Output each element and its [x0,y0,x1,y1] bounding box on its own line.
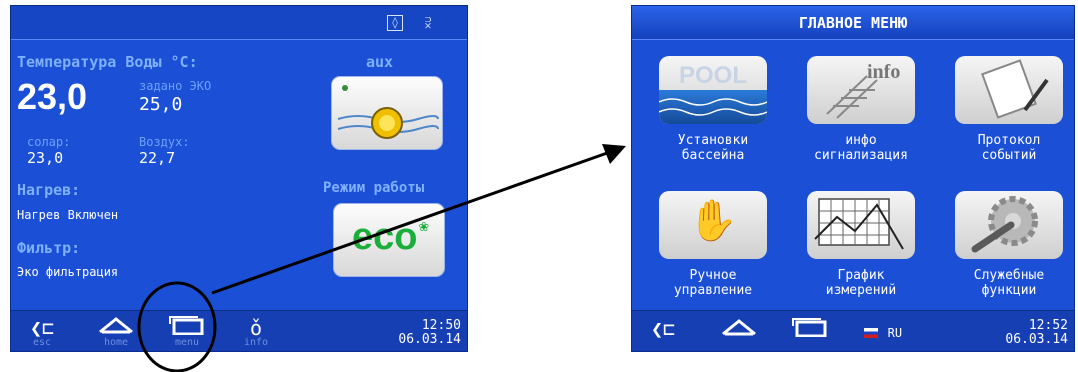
menu-highlight-circle [137,281,217,372]
pointer-arrow [211,150,611,295]
annotation-overlay [137,144,626,372]
